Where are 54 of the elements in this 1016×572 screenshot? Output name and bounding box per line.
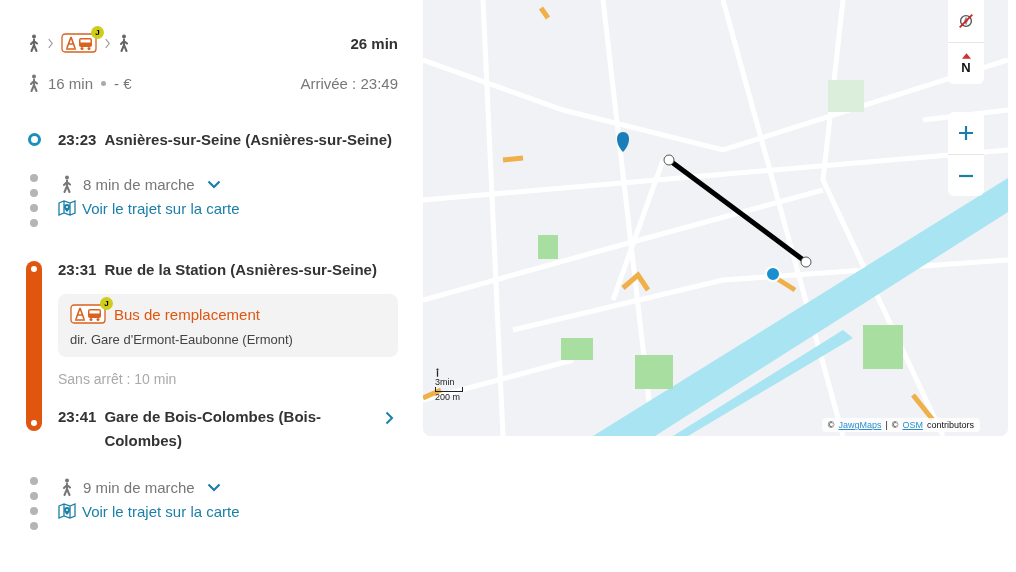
separator-dot: [101, 80, 107, 86]
attribution-text: ©: [891, 420, 899, 430]
line-badge: J: [91, 26, 104, 39]
chevron-right-icon: [104, 37, 111, 49]
walk-duration: 8 min de marche: [83, 175, 195, 193]
scale-distance: 200 m: [435, 392, 460, 402]
attribution-text: |: [885, 420, 888, 430]
walk-dot: [30, 204, 38, 212]
chevron-right-icon: [47, 37, 54, 49]
scale-time: 3min: [435, 377, 455, 387]
stops-text: Sans arrêt : 10 min: [58, 371, 178, 387]
chevron-down-icon[interactable]: [206, 482, 221, 492]
map-route-link[interactable]: Voir le trajet sur la carte: [58, 196, 398, 220]
attribution-link[interactable]: OSM: [902, 420, 923, 430]
replacement-bus-icon: [61, 33, 97, 53]
compass-off-icon: [957, 12, 975, 30]
line-name: Bus de remplacement: [114, 305, 260, 323]
walk-dot: [30, 174, 38, 182]
walk-dot: [30, 492, 38, 500]
chevron-down-icon[interactable]: [206, 179, 221, 189]
walking-person-icon: [61, 478, 73, 496]
walk-time: 16 min: [48, 74, 94, 92]
walk-dot: [30, 477, 38, 485]
replacement-bus-icon: [70, 304, 106, 324]
walking-person-icon: [61, 175, 73, 193]
price-text: - €: [114, 74, 132, 92]
walking-person-icon: [118, 34, 130, 52]
north-arrow-icon: [961, 52, 971, 59]
arrival-time: Arrivée : 23:49: [300, 74, 398, 92]
stop-text: 23:23 Asnières-sur-Seine (Asnières-sur-Seine): [58, 130, 392, 148]
map-pin-icon: [58, 503, 76, 519]
direction-text: dir. Gare d'Ermont-Eaubonne (Ermont): [70, 332, 294, 347]
attribution-text: ©: [827, 420, 835, 430]
walk-dot: [30, 522, 38, 530]
stop-text: 23:41 Gare de Bois-Colombes (Bois-Colombes): [58, 407, 323, 451]
attribution-link[interactable]: JawgMaps: [838, 420, 882, 430]
walking-person-icon: [28, 74, 40, 92]
map-route-link[interactable]: Voir le trajet sur la carte: [58, 499, 398, 523]
walk-dot: [30, 507, 38, 515]
map-pin-icon: [58, 200, 76, 216]
attribution-text: contributors: [926, 420, 974, 430]
chevron-right-icon[interactable]: [385, 411, 394, 425]
zoom-in-icon: [958, 125, 974, 141]
stop-marker: [27, 132, 41, 146]
walk-dot: [30, 189, 38, 197]
trip-duration: 26 min: [350, 34, 398, 52]
walking-person-icon: [435, 368, 440, 377]
stop-text: 23:31 Rue de la Station (Asnières-sur-Seine): [58, 261, 378, 278]
walking-person-icon: [28, 34, 40, 52]
walk-dot: [30, 219, 38, 227]
line-badge: J: [100, 297, 113, 310]
zoom-out-icon: [958, 173, 974, 178]
scale-bar: [435, 387, 463, 392]
walk-duration: 9 min de marche: [83, 478, 195, 496]
